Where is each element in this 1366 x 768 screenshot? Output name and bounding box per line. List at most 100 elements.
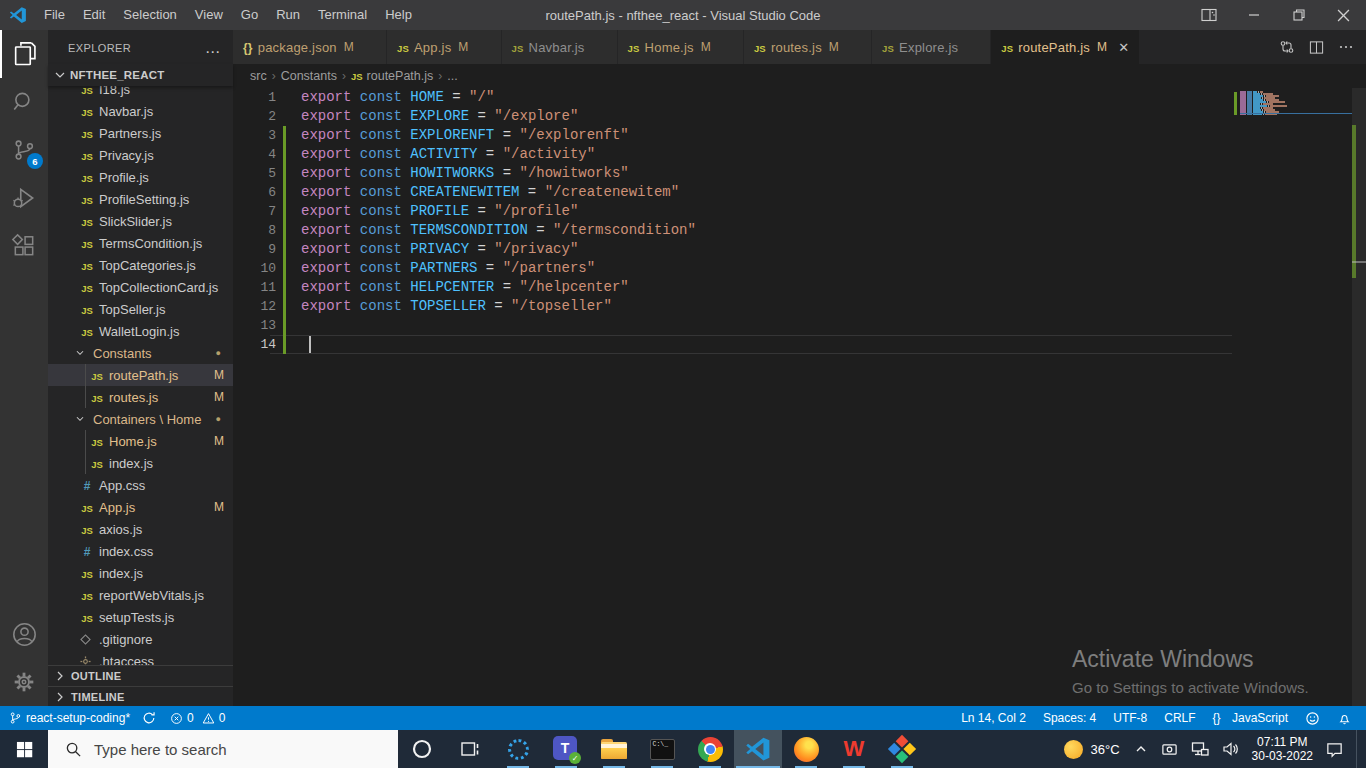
- minimize-button[interactable]: [1231, 0, 1276, 30]
- taskbar-app-firefox[interactable]: [782, 730, 830, 768]
- feedback-icon[interactable]: [1305, 711, 1320, 726]
- layout-icon[interactable]: [1186, 0, 1231, 30]
- tree-file[interactable]: JSProfile.js: [48, 166, 233, 188]
- taskbar-app-terminal[interactable]: C:\_: [638, 730, 686, 768]
- tree-file[interactable]: JSTermsCondition.js: [48, 232, 233, 254]
- tree-file[interactable]: JSTopCategories.js: [48, 254, 233, 276]
- taskbar-app-chrome[interactable]: [686, 730, 734, 768]
- activity-settings[interactable]: [0, 658, 48, 706]
- menu-edit[interactable]: Edit: [74, 0, 114, 30]
- taskbar-app-file-explorer[interactable]: [590, 730, 638, 768]
- tab-routes.js[interactable]: JSroutes.jsM: [744, 30, 872, 64]
- eol-sequence[interactable]: CRLF: [1164, 711, 1195, 725]
- taskbar-app-teams[interactable]: T✓: [542, 730, 590, 768]
- close-icon[interactable]: ✕: [1118, 40, 1129, 55]
- breadcrumb-item[interactable]: JSroutePath.js: [351, 69, 433, 83]
- notifications-bell-icon[interactable]: [1337, 711, 1352, 726]
- tree-root-folder[interactable]: NFTHEE_REACT: [48, 64, 233, 86]
- tree-file[interactable]: JSTopCollectionCard.js: [48, 276, 233, 298]
- activity-extensions[interactable]: [0, 222, 48, 270]
- tree-file[interactable]: #index.css: [48, 540, 233, 562]
- clock[interactable]: 07:11 PM 30-03-2022: [1252, 735, 1313, 763]
- tab-package.json[interactable]: {}package.jsonM: [233, 30, 387, 64]
- tree-file[interactable]: .gitignore: [48, 628, 233, 650]
- action-center-icon[interactable]: [1325, 740, 1344, 759]
- split-editor-icon[interactable]: [1309, 40, 1324, 55]
- menu-go[interactable]: Go: [232, 0, 267, 30]
- code-editor[interactable]: 1export const HOME = "/"2export const EX…: [233, 88, 1366, 706]
- tab-routePath.js[interactable]: JSroutePath.jsM✕: [991, 30, 1140, 64]
- timeline-panel-header[interactable]: TIMELINE: [48, 686, 233, 706]
- network-icon[interactable]: [1191, 740, 1209, 758]
- tree-file[interactable]: JSProfileSetting.js: [48, 188, 233, 210]
- menu-help[interactable]: Help: [376, 0, 421, 30]
- tree-file[interactable]: JSWalletLogin.js: [48, 320, 233, 342]
- encoding[interactable]: UTF-8: [1113, 711, 1147, 725]
- tree-file[interactable]: JSreportWebVitals.js: [48, 584, 233, 606]
- activity-accounts[interactable]: [0, 610, 48, 658]
- tree-file[interactable]: JSSlickSlider.js: [48, 210, 233, 232]
- added-line-marker: [283, 202, 286, 221]
- tree-file[interactable]: JSApp.jsM: [48, 496, 233, 518]
- overview-ruler[interactable]: [1352, 88, 1366, 706]
- tree-file[interactable]: JSTopSeller.js: [48, 298, 233, 320]
- tree-file[interactable]: JSindex.js: [48, 452, 233, 474]
- taskbar-app-wps-suite[interactable]: [878, 730, 926, 768]
- start-button[interactable]: [0, 730, 48, 768]
- problems-status[interactable]: 0 0: [170, 711, 225, 725]
- language-mode[interactable]: {} JavaScript: [1213, 711, 1288, 725]
- tree-file[interactable]: JSNavbar.js: [48, 100, 233, 122]
- menu-file[interactable]: File: [35, 0, 74, 30]
- tree-file[interactable]: JSsetupTests.js: [48, 606, 233, 628]
- close-button[interactable]: [1321, 0, 1366, 30]
- tree-folder[interactable]: Constants●: [48, 342, 233, 364]
- taskbar-search-box[interactable]: Type here to search: [48, 730, 398, 768]
- activity-explorer[interactable]: [0, 30, 48, 78]
- weather-icon[interactable]: [1064, 740, 1083, 759]
- taskbar-app-dotted-circle[interactable]: [494, 730, 542, 768]
- breadcrumb-item[interactable]: Constants: [281, 69, 337, 83]
- tray-chevron-up-icon[interactable]: [1134, 742, 1148, 756]
- tree-file[interactable]: JSPrivacy.js: [48, 144, 233, 166]
- tab-App.js[interactable]: JSApp.jsM: [387, 30, 502, 64]
- tree-file[interactable]: JSPartners.js: [48, 122, 233, 144]
- tree-file[interactable]: JSaxios.js: [48, 518, 233, 540]
- tree-file[interactable]: JSI18.js: [48, 86, 233, 100]
- task-view-button[interactable]: [446, 730, 494, 768]
- menu-run[interactable]: Run: [267, 0, 309, 30]
- git-branch-status[interactable]: react-setup-coding*: [9, 711, 130, 725]
- restore-button[interactable]: [1276, 0, 1321, 30]
- tab-Navbar.js[interactable]: JSNavbar.js: [502, 30, 618, 64]
- tab-Explore.js[interactable]: JSExplore.js: [872, 30, 991, 64]
- minimap[interactable]: [1240, 91, 1352, 119]
- tree-folder[interactable]: Containers \ Home●: [48, 408, 233, 430]
- breadcrumb-item[interactable]: ...: [447, 69, 457, 83]
- cursor-position[interactable]: Ln 14, Col 2: [961, 711, 1026, 725]
- activity-search[interactable]: [0, 78, 48, 126]
- activity-run-debug[interactable]: [0, 174, 48, 222]
- outline-panel-header[interactable]: OUTLINE: [48, 665, 233, 686]
- taskbar-app-wps[interactable]: W: [830, 730, 878, 768]
- tree-file[interactable]: #App.css: [48, 474, 233, 496]
- tree-file[interactable]: JSroutePath.jsM: [48, 364, 233, 386]
- tree-file[interactable]: JSroutes.jsM: [48, 386, 233, 408]
- breadcrumb-item[interactable]: src: [250, 69, 267, 83]
- menu-selection[interactable]: Selection: [114, 0, 185, 30]
- taskbar-app-vscode[interactable]: [734, 730, 782, 768]
- open-changes-icon[interactable]: [1279, 39, 1295, 55]
- volume-icon[interactable]: [1222, 740, 1240, 758]
- indentation[interactable]: Spaces: 4: [1043, 711, 1096, 725]
- meet-now-icon[interactable]: [1161, 741, 1178, 758]
- more-actions-icon[interactable]: [1338, 39, 1354, 55]
- show-desktop-button[interactable]: [1356, 730, 1366, 768]
- cortana-button[interactable]: [398, 730, 446, 768]
- menu-view[interactable]: View: [186, 0, 232, 30]
- tab-Home.js[interactable]: JSHome.jsM: [618, 30, 744, 64]
- tree-file[interactable]: JSindex.js: [48, 562, 233, 584]
- temperature[interactable]: 36°C: [1091, 742, 1120, 757]
- sync-button[interactable]: [142, 711, 156, 725]
- menu-terminal[interactable]: Terminal: [309, 0, 376, 30]
- tree-file[interactable]: JSHome.jsM: [48, 430, 233, 452]
- tree-file[interactable]: .htaccess: [48, 650, 233, 665]
- activity-source-control[interactable]: 6: [0, 126, 48, 174]
